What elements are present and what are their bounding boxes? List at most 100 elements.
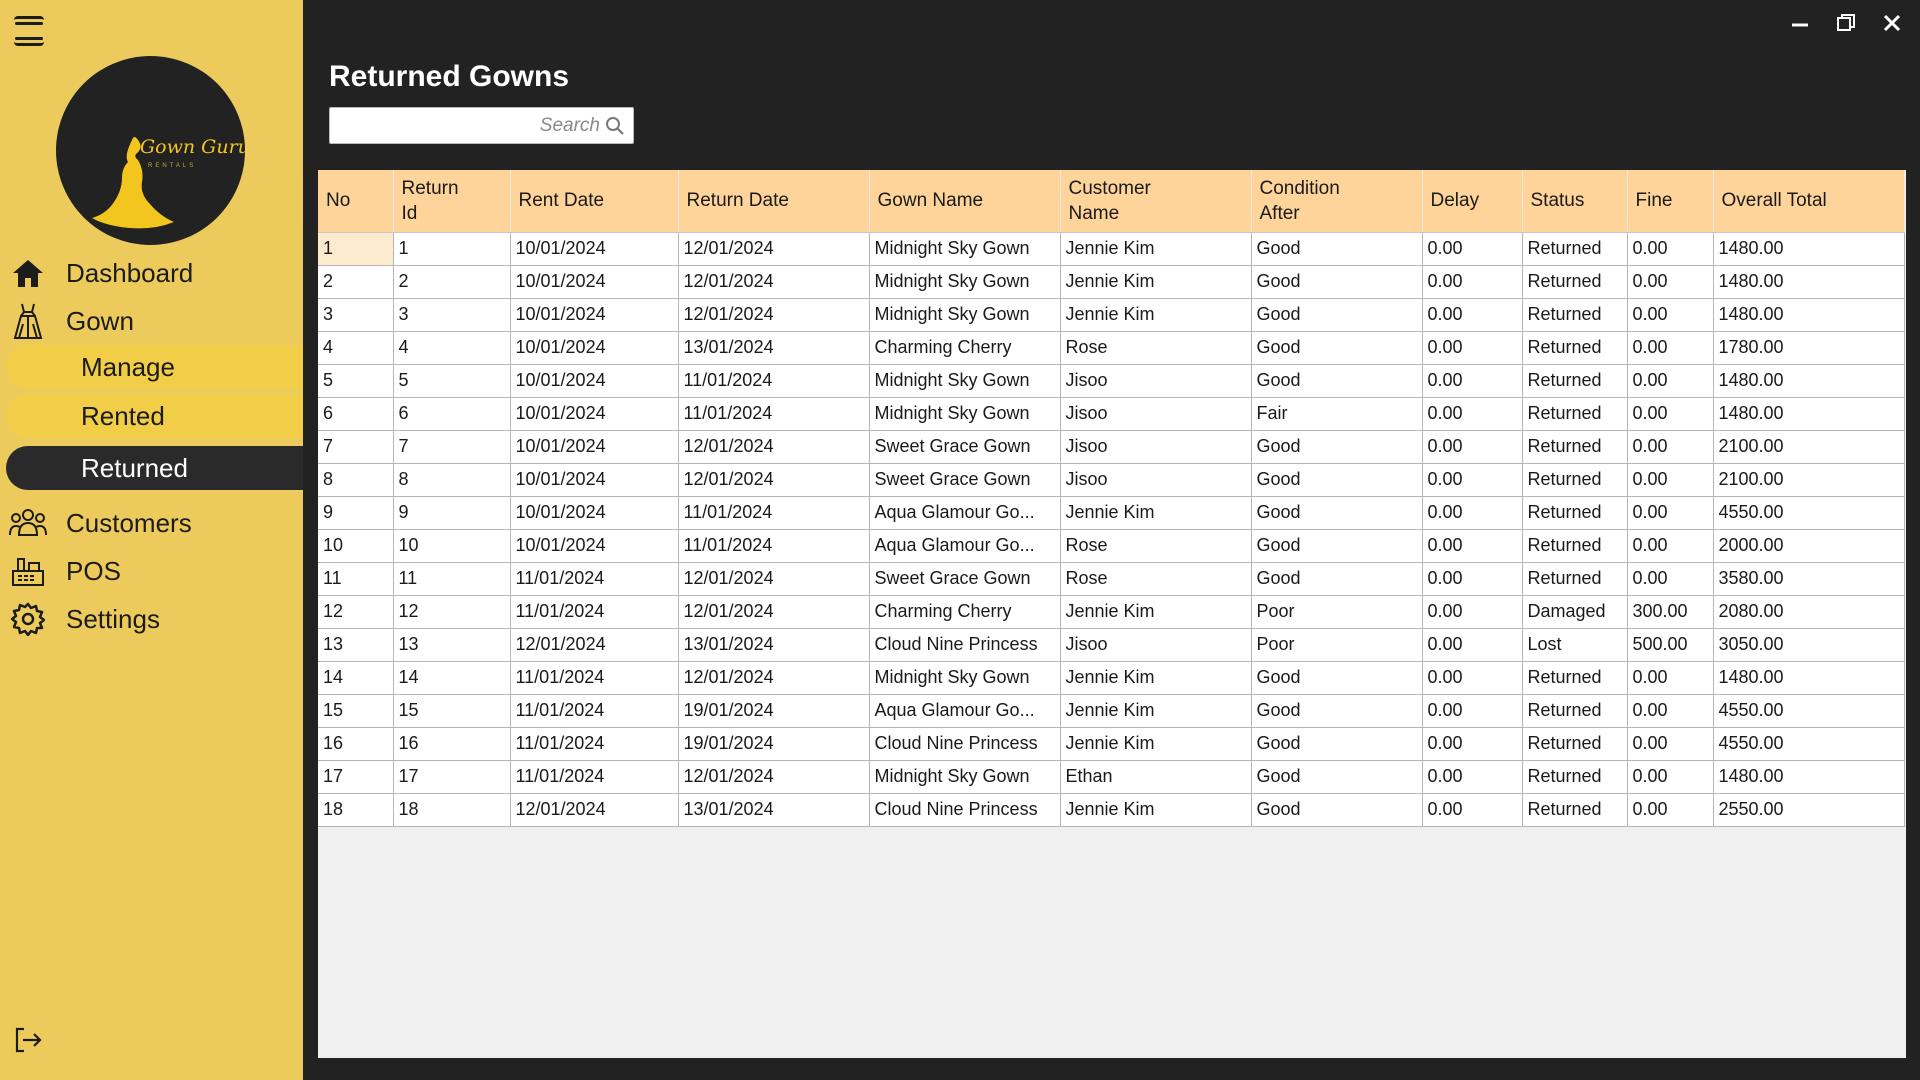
table-cell[interactable]: Rose xyxy=(1060,529,1252,563)
table-cell[interactable]: Rose xyxy=(1060,562,1252,596)
table-cell[interactable]: 2100.00 xyxy=(1713,430,1905,464)
table-cell[interactable]: 5 xyxy=(318,364,394,398)
column-header[interactable]: Fine xyxy=(1627,170,1714,233)
table-cell[interactable]: 18 xyxy=(318,793,394,827)
table-row[interactable]: 16 16 11/01/2024 19/01/2024 Cloud Nine Princ… xyxy=(318,727,1905,761)
table-cell[interactable]: 0.00 xyxy=(1627,496,1714,530)
table-cell[interactable]: 12/01/2024 xyxy=(510,793,679,827)
table-cell[interactable]: 16 xyxy=(393,727,511,761)
table-cell[interactable]: Returned xyxy=(1522,430,1628,464)
table-cell[interactable]: Returned xyxy=(1522,232,1628,266)
table-cell[interactable]: 0.00 xyxy=(1422,496,1523,530)
table-cell[interactable]: 6 xyxy=(393,397,511,431)
sidebar-item-customers[interactable]: Customers xyxy=(0,501,303,545)
table-cell[interactable]: 4550.00 xyxy=(1713,496,1905,530)
table-cell[interactable]: Lost xyxy=(1522,628,1628,662)
table-cell[interactable]: 9 xyxy=(318,496,394,530)
table-cell[interactable]: 0.00 xyxy=(1422,430,1523,464)
sidebar-subitem-manage[interactable]: Manage xyxy=(6,345,303,389)
table-cell[interactable]: 15 xyxy=(393,694,511,728)
table-cell[interactable]: Aqua Glamour Go... xyxy=(869,694,1061,728)
table-cell[interactable]: 0.00 xyxy=(1422,661,1523,695)
table-cell[interactable]: Midnight Sky Gown xyxy=(869,661,1061,695)
table-cell[interactable]: Ethan xyxy=(1060,760,1252,794)
table-cell[interactable]: Good xyxy=(1251,529,1423,563)
table-cell[interactable]: 2 xyxy=(393,265,511,299)
table-cell[interactable]: 19/01/2024 xyxy=(678,727,870,761)
column-header[interactable]: Customer Name xyxy=(1060,170,1252,233)
table-cell[interactable]: 12/01/2024 xyxy=(678,760,870,794)
table-cell[interactable]: 14 xyxy=(393,661,511,695)
column-header[interactable]: Return Id xyxy=(393,170,511,233)
sidebar-item-dashboard[interactable]: Dashboard xyxy=(0,251,303,295)
table-cell[interactable]: 12 xyxy=(393,595,511,629)
sidebar-subitem-returned[interactable]: Returned xyxy=(6,446,303,490)
table-cell[interactable]: 2550.00 xyxy=(1713,793,1905,827)
table-cell[interactable]: 10/01/2024 xyxy=(510,265,679,299)
table-cell[interactable]: 1480.00 xyxy=(1713,760,1905,794)
table-cell[interactable]: Good xyxy=(1251,760,1423,794)
table-row[interactable]: 11 11 11/01/2024 12/01/2024 Sweet Grace Gown… xyxy=(318,562,1905,596)
table-cell[interactable]: 0.00 xyxy=(1627,232,1714,266)
table-cell[interactable]: Sweet Grace Gown xyxy=(869,562,1061,596)
table-cell[interactable]: 0.00 xyxy=(1627,562,1714,596)
table-cell[interactable]: 3 xyxy=(318,298,394,332)
table-cell[interactable]: Good xyxy=(1251,661,1423,695)
table-cell[interactable]: 17 xyxy=(393,760,511,794)
sidebar-subitem-rented[interactable]: Rented xyxy=(6,394,303,438)
table-row[interactable]: 1 1 10/01/2024 12/01/2024 Midnight Sky Gown J… xyxy=(318,232,1905,266)
table-cell[interactable]: 0.00 xyxy=(1627,265,1714,299)
table-cell[interactable]: 9 xyxy=(393,496,511,530)
table-cell[interactable]: 11 xyxy=(393,562,511,596)
table-cell[interactable]: Returned xyxy=(1522,793,1628,827)
table-cell[interactable]: 12/01/2024 xyxy=(510,628,679,662)
table-cell[interactable]: Aqua Glamour Go... xyxy=(869,529,1061,563)
table-cell[interactable]: 4 xyxy=(393,331,511,365)
table-cell[interactable]: 1 xyxy=(393,232,511,266)
table-cell[interactable]: Damaged xyxy=(1522,595,1628,629)
table-row[interactable]: 4 4 10/01/2024 13/01/2024 Charming Cherry Ros… xyxy=(318,331,1905,365)
table-cell[interactable]: 12/01/2024 xyxy=(678,463,870,497)
table-cell[interactable]: Good xyxy=(1251,331,1423,365)
table-row[interactable]: 7 7 10/01/2024 12/01/2024 Sweet Grace Gown Ji… xyxy=(318,430,1905,464)
table-cell[interactable]: 4 xyxy=(318,331,394,365)
table-cell[interactable]: 18 xyxy=(393,793,511,827)
close-icon[interactable] xyxy=(1878,12,1906,34)
table-cell[interactable]: 16 xyxy=(318,727,394,761)
table-cell[interactable]: 12 xyxy=(318,595,394,629)
table-cell[interactable]: 12/01/2024 xyxy=(678,562,870,596)
table-row[interactable]: 18 18 12/01/2024 13/01/2024 Cloud Nine Princ… xyxy=(318,793,1905,827)
table-cell[interactable]: Returned xyxy=(1522,265,1628,299)
table-row[interactable]: 17 17 11/01/2024 12/01/2024 Midnight Sky Gow… xyxy=(318,760,1905,794)
table-cell[interactable]: 0.00 xyxy=(1627,463,1714,497)
table-cell[interactable]: 0.00 xyxy=(1627,298,1714,332)
table-cell[interactable]: Cloud Nine Princess xyxy=(869,727,1061,761)
table-cell[interactable]: 0.00 xyxy=(1422,529,1523,563)
table-cell[interactable]: 0.00 xyxy=(1422,628,1523,662)
table-cell[interactable]: 0.00 xyxy=(1627,397,1714,431)
table-cell[interactable]: 0.00 xyxy=(1422,727,1523,761)
table-cell[interactable]: 11/01/2024 xyxy=(510,760,679,794)
table-cell[interactable]: Jisoo xyxy=(1060,364,1252,398)
table-cell[interactable]: 11/01/2024 xyxy=(678,397,870,431)
table-cell[interactable]: Jisoo xyxy=(1060,430,1252,464)
table-cell[interactable]: Good xyxy=(1251,562,1423,596)
column-header[interactable]: Overall Total xyxy=(1713,170,1905,233)
table-cell[interactable]: Good xyxy=(1251,463,1423,497)
table-cell[interactable]: 8 xyxy=(393,463,511,497)
table-cell[interactable]: Cloud Nine Princess xyxy=(869,628,1061,662)
table-cell[interactable]: Sweet Grace Gown xyxy=(869,430,1061,464)
table-cell[interactable]: 11/01/2024 xyxy=(510,562,679,596)
table-cell[interactable]: 0.00 xyxy=(1627,430,1714,464)
table-row[interactable]: 6 6 10/01/2024 11/01/2024 Midnight Sky Gown J… xyxy=(318,397,1905,431)
search-input[interactable] xyxy=(338,112,600,140)
sidebar-item-settings[interactable]: Settings xyxy=(0,597,303,641)
table-cell[interactable]: Good xyxy=(1251,496,1423,530)
sidebar-item-pos[interactable]: POS xyxy=(0,549,303,593)
table-cell[interactable]: 13 xyxy=(393,628,511,662)
table-cell[interactable]: Midnight Sky Gown xyxy=(869,298,1061,332)
table-cell[interactable]: 17 xyxy=(318,760,394,794)
table-cell[interactable]: Returned xyxy=(1522,463,1628,497)
table-cell[interactable]: 0.00 xyxy=(1422,463,1523,497)
table-cell[interactable]: 10 xyxy=(318,529,394,563)
